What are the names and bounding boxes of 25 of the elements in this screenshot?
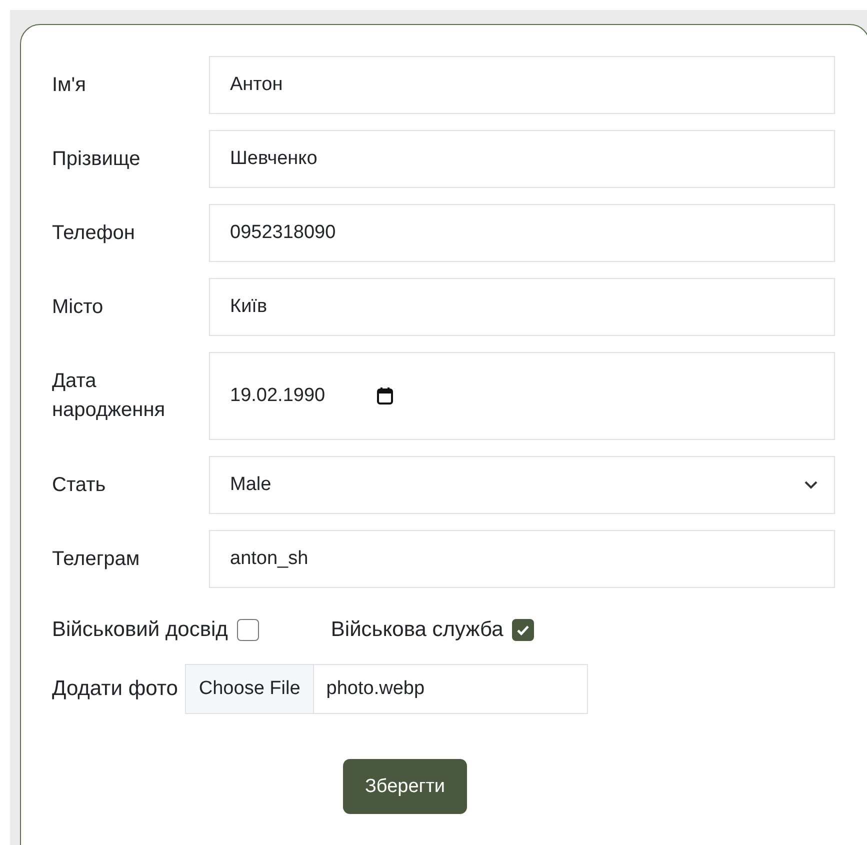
checkbox-label: Військовий досвід	[52, 618, 228, 642]
input-field[interactable]: 0952318090	[209, 204, 835, 262]
checkbox-label: Військова служба	[330, 618, 504, 642]
field-label: Телеграм	[52, 546, 141, 572]
input-field[interactable]: Київ	[209, 278, 835, 336]
file-name: photo.webp	[325, 677, 425, 701]
field-label: Стать	[52, 472, 107, 498]
checkbox[interactable]	[236, 619, 259, 641]
field-label: Дата народження	[52, 369, 166, 423]
photo-label: Додати фото	[52, 676, 178, 702]
field-label: Ім'я	[52, 72, 87, 98]
input-field[interactable]: Шевченко	[209, 130, 835, 188]
save-button[interactable]: Зберегти	[343, 759, 467, 814]
field-label: Місто	[52, 294, 104, 320]
input-field[interactable]: Антон	[209, 56, 835, 114]
file-field[interactable]: Choose File photo.webp	[184, 664, 588, 714]
choose-file-button[interactable]: Choose File	[186, 665, 314, 713]
date-field[interactable]: 19.02.1990	[209, 352, 835, 440]
field-label: Прізвище	[52, 146, 142, 172]
chevron-down-icon	[804, 480, 818, 490]
select-field[interactable]: Male	[209, 456, 835, 514]
input-field[interactable]: anton_sh	[209, 530, 835, 588]
field-label: Телефон	[52, 220, 136, 246]
checkbox[interactable]	[512, 619, 534, 641]
calendar-icon[interactable]	[377, 387, 394, 405]
